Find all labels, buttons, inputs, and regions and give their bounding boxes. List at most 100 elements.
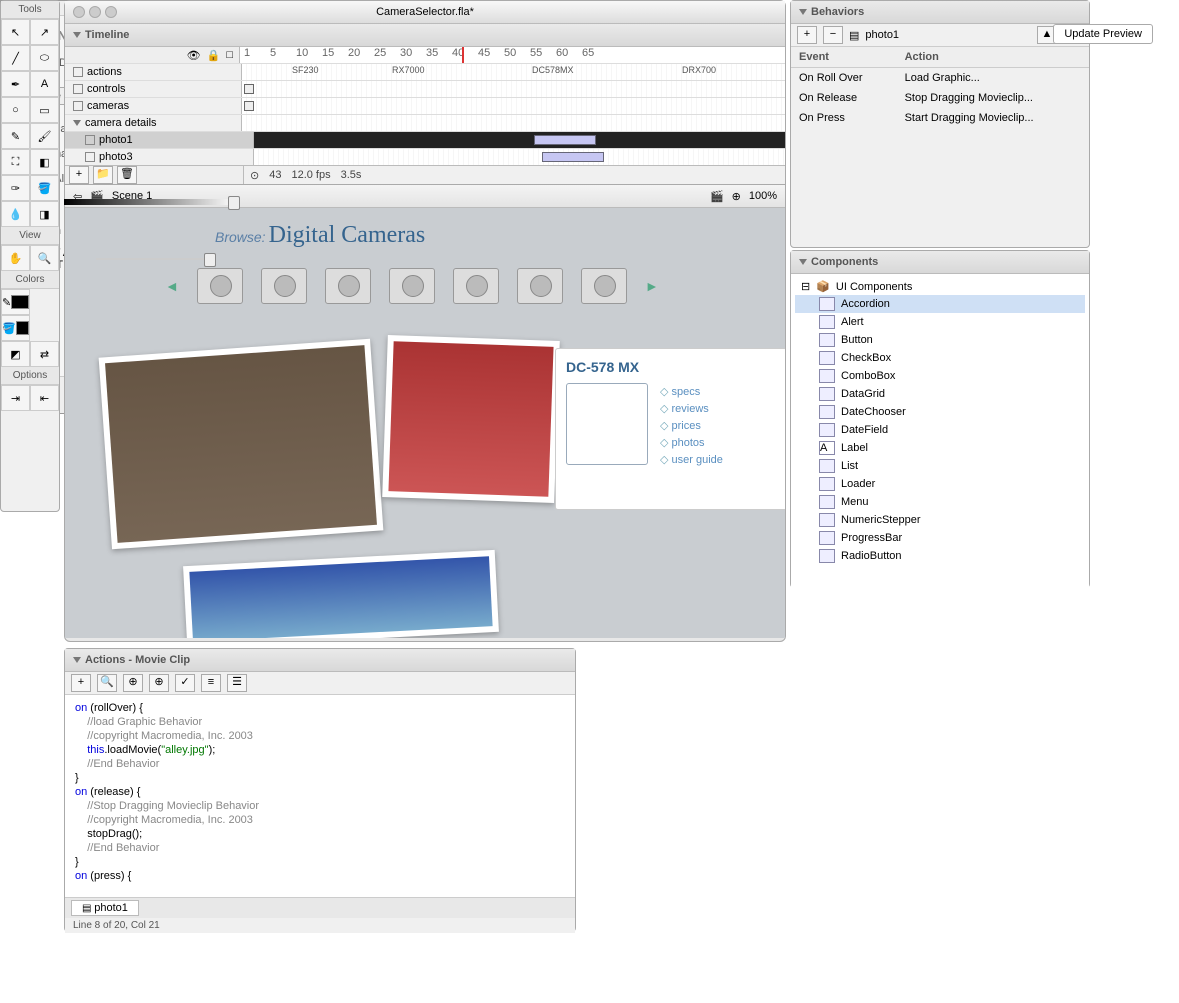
oval-tool[interactable]: ○ — [1, 97, 30, 123]
subselect-tool[interactable]: ↗ — [30, 19, 59, 45]
tree-item[interactable]: List — [795, 457, 1085, 475]
fill-color[interactable]: 🪣 — [1, 315, 30, 341]
camera-thumb[interactable] — [325, 268, 371, 304]
ink-tool[interactable]: ✑ — [1, 175, 30, 201]
onion-icon[interactable]: ⊙ — [250, 169, 259, 182]
close-icon[interactable] — [73, 6, 85, 18]
snap-option[interactable]: ⇥ — [1, 385, 30, 411]
outline-icon[interactable]: □ — [226, 49, 233, 61]
camera-thumb[interactable] — [261, 268, 307, 304]
tree-item[interactable]: DataGrid — [795, 385, 1085, 403]
layer-folder-camera-details[interactable]: camera details — [65, 115, 242, 131]
swap-colors[interactable]: ⇄ — [30, 341, 59, 367]
collapse-icon[interactable] — [73, 657, 81, 663]
prev-arrow-icon[interactable]: ◄ — [165, 278, 179, 294]
tree-item[interactable]: CheckBox — [795, 349, 1085, 367]
tree-item[interactable]: RadioButton — [795, 547, 1085, 565]
lock-icon[interactable]: 🔒 — [207, 49, 221, 62]
tree-item[interactable]: Accordion — [795, 295, 1085, 313]
pen-tool[interactable]: ✒ — [1, 71, 30, 97]
ease-slider[interactable] — [96, 258, 216, 260]
add-behavior-button[interactable]: + — [797, 26, 817, 44]
photo2[interactable] — [382, 335, 560, 503]
zoom-tool[interactable]: 🔍 — [30, 245, 59, 271]
current-frame: 43 — [269, 169, 281, 181]
add-folder-icon[interactable]: 📁 — [93, 166, 113, 184]
eraser-tool[interactable]: ◨ — [30, 201, 59, 227]
lasso-tool[interactable]: ⬭ — [30, 45, 59, 71]
camera-thumb[interactable] — [389, 268, 435, 304]
camera-thumb[interactable] — [517, 268, 563, 304]
check-button[interactable]: ✓ — [175, 674, 195, 692]
tree-item[interactable]: Button — [795, 331, 1085, 349]
hint-button[interactable]: ☰ — [227, 674, 247, 692]
zoom-icon[interactable] — [105, 6, 117, 18]
fill-transform-tool[interactable]: ◧ — [30, 149, 59, 175]
layer-cameras[interactable]: cameras — [65, 98, 242, 114]
tree-item[interactable]: NumericStepper — [795, 511, 1085, 529]
line-tool[interactable]: ╱ — [1, 45, 30, 71]
tree-item[interactable]: ProgressBar — [795, 529, 1085, 547]
find-button[interactable]: 🔍 — [97, 674, 117, 692]
alpha-slider[interactable] — [64, 199, 236, 205]
text-tool[interactable]: A — [30, 71, 59, 97]
eyedropper-tool[interactable]: 💧 — [1, 201, 30, 227]
camera-thumb[interactable] — [197, 268, 243, 304]
code-editor[interactable]: on (rollOver) { //load Graphic Behavior … — [65, 695, 575, 897]
frame-ruler[interactable]: 15101520253035404550556065 — [240, 47, 785, 63]
bucket-tool[interactable]: 🪣 — [30, 175, 59, 201]
layer-controls[interactable]: controls — [65, 81, 242, 97]
target-name: photo1 — [865, 29, 899, 41]
edit-symbol-icon[interactable]: ⊕ — [732, 190, 741, 203]
behavior-row[interactable]: On ReleaseStop Dragging Movieclip... — [791, 88, 1089, 108]
behavior-row[interactable]: On Roll OverLoad Graphic... — [791, 68, 1089, 89]
smooth-option[interactable]: ⇤ — [30, 385, 59, 411]
hand-tool[interactable]: ✋ — [1, 245, 30, 271]
script-tab[interactable]: ▤ photo1 — [71, 900, 139, 916]
tree-item[interactable]: DateField — [795, 421, 1085, 439]
tree-item[interactable]: Loader — [795, 475, 1085, 493]
brush-tool[interactable]: 🖌 — [30, 123, 59, 149]
layer-photo1[interactable]: photo1 — [65, 132, 254, 148]
tree-item[interactable]: Menu — [795, 493, 1085, 511]
photo3[interactable] — [183, 550, 499, 638]
next-arrow-icon[interactable]: ► — [645, 278, 659, 294]
target-button[interactable]: ⊕ — [149, 674, 169, 692]
add-layer-icon[interactable]: + — [69, 166, 89, 184]
detail-card: DC-578 MX specs reviews prices photos us… — [555, 348, 785, 510]
camera-thumb[interactable] — [453, 268, 499, 304]
tree-item[interactable]: ALabel — [795, 439, 1085, 457]
photo1[interactable] — [99, 339, 384, 550]
format-button[interactable]: ≡ — [201, 674, 221, 692]
replace-button[interactable]: ⊕ — [123, 674, 143, 692]
selection-tool[interactable]: ↖ — [1, 19, 30, 45]
eye-icon[interactable]: 👁 — [187, 49, 201, 62]
tree-item[interactable]: Alert — [795, 313, 1085, 331]
delete-layer-icon[interactable]: 🗑 — [117, 166, 137, 184]
pencil-tool[interactable]: ✎ — [1, 123, 30, 149]
add-script-button[interactable]: + — [71, 674, 91, 692]
edit-scene-icon[interactable]: 🎬 — [710, 190, 724, 203]
tree-item[interactable]: DateChooser — [795, 403, 1085, 421]
behaviors-panel: Behaviors + − ▤ photo1 ▲ ▼ EventAction O… — [790, 0, 1090, 248]
card-title: DC-578 MX — [566, 359, 776, 375]
update-preview-button[interactable]: Update Preview — [1053, 24, 1153, 44]
behavior-row[interactable]: On PressStart Dragging Movieclip... — [791, 108, 1089, 128]
transform-tool[interactable]: ⛶ — [1, 149, 30, 175]
playhead[interactable] — [462, 47, 464, 63]
tree-parent[interactable]: ⊟📦UI Components — [795, 278, 1085, 295]
default-colors[interactable]: ◩ — [1, 341, 30, 367]
remove-behavior-button[interactable]: − — [823, 26, 843, 44]
layer-photo3[interactable]: photo3 — [65, 149, 254, 165]
stage[interactable]: Browse: Digital Cameras ◄ ► DC-578 MX sp… — [65, 208, 785, 638]
zoom-value[interactable]: 100% — [749, 190, 777, 202]
minimize-icon[interactable] — [89, 6, 101, 18]
camera-thumb[interactable] — [581, 268, 627, 304]
collapse-icon[interactable] — [73, 32, 81, 38]
collapse-icon[interactable] — [799, 9, 807, 15]
stroke-color[interactable]: ✎ — [1, 289, 30, 315]
layer-actions[interactable]: actions — [65, 64, 242, 80]
rect-tool[interactable]: ▭ — [30, 97, 59, 123]
collapse-icon[interactable] — [799, 259, 807, 265]
tree-item[interactable]: ComboBox — [795, 367, 1085, 385]
